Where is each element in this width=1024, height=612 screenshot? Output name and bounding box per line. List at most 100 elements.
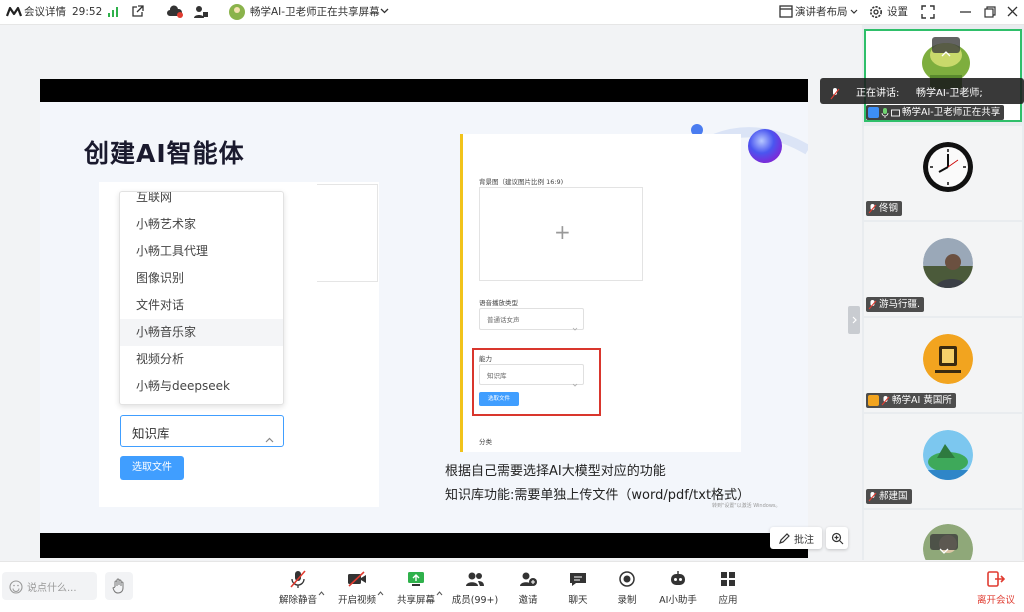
mic-muted-icon [868, 491, 877, 502]
apps-button[interactable]: 应用 [698, 570, 758, 606]
zoom-in-icon [831, 532, 844, 545]
user-lock-icon[interactable] [193, 5, 209, 19]
layout-icon[interactable] [779, 5, 793, 18]
cloud-record-icon[interactable] [166, 5, 184, 19]
menu-item-image-recognition[interactable]: 图像识别 [136, 269, 184, 286]
annotate-label: 批注 [794, 534, 814, 546]
knowledge-select[interactable]: 知识库 [120, 415, 284, 447]
menu-item-video-analysis[interactable]: 视频分析 [136, 350, 184, 367]
members-icon [465, 571, 485, 590]
category-label: 分类 [479, 438, 492, 446]
apps-icon [720, 571, 736, 590]
landscape-avatar [923, 238, 973, 288]
cohost-badge-icon [868, 395, 879, 406]
leave-meeting-label: 离开会议 [976, 595, 1015, 606]
bg-image-label: 背景图（建议图片比例 16:9) [479, 178, 564, 186]
right-form-card: 背景图（建议图片比例 16:9) + 语音播放类型 普通话女声 能力 知识库 选… [460, 134, 741, 452]
members-button[interactable]: 成员(99+) [445, 570, 505, 606]
restore-window-icon[interactable] [984, 6, 996, 18]
participant-nametag: 佟钢 [866, 201, 903, 216]
zoom-in-button[interactable] [826, 527, 848, 549]
top-bar: 会议详情 29:52 畅学AI-卫老师正在共享屏幕 演讲者布局 设置 [0, 0, 1024, 25]
annotate-button[interactable]: 批注 [770, 527, 822, 549]
participant-nametag: 郝建国 [866, 489, 912, 504]
menu-item-file-dialog[interactable]: 文件对话 [136, 296, 184, 313]
bottom-toolbar: 说点什么... 解除静音 开启视频 共享屏幕 成员(99+) 邀请 聊天 录制 … [0, 561, 1024, 612]
voice-type-select[interactable]: 普通话女声 [479, 308, 584, 331]
sharing-status-text: 畅学AI-卫老师正在共享屏幕 [250, 6, 380, 18]
close-icon[interactable] [1007, 6, 1018, 17]
island-avatar [923, 430, 973, 480]
menu-item-artist[interactable]: 小畅艺术家 [136, 215, 196, 232]
hand-icon [112, 578, 126, 594]
chevron-down-icon[interactable] [380, 8, 389, 14]
chevron-up-icon [265, 428, 274, 447]
menu-item-deepseek[interactable]: 小畅与deepseek [136, 377, 230, 394]
windows-activation-watermark: 转到"设置"以激活 Windows。 [712, 503, 781, 509]
left-form-card: 互联网 小畅艺术家 小畅工具代理 图像识别 文件对话 小畅音乐家 视频分析 小畅… [99, 182, 379, 507]
scroll-down-button[interactable] [930, 534, 958, 554]
audio-options-chevron-icon[interactable] [318, 581, 325, 600]
layout-chevron-icon[interactable] [850, 9, 858, 14]
video-options-chevron-icon[interactable] [377, 581, 384, 600]
speaking-name: 畅学AI-卫老师; [916, 88, 983, 99]
upload-box [317, 184, 378, 282]
caption-line-2: 知识库功能:需要单独上传文件（word/pdf/txt格式） [445, 488, 751, 503]
sidebar-collapse-handle[interactable] [848, 306, 860, 334]
pop-out-icon[interactable] [131, 5, 144, 18]
bg-image-upload[interactable]: + [479, 187, 643, 281]
settings-button[interactable]: 设置 [887, 0, 908, 24]
chat-input[interactable]: 说点什么... [2, 572, 97, 600]
chevron-right-icon [852, 316, 857, 324]
menu-item-tool-agent[interactable]: 小畅工具代理 [136, 242, 208, 259]
mic-muted-icon [868, 203, 877, 214]
gear-icon[interactable] [869, 5, 883, 19]
chat-icon [569, 571, 587, 590]
host-badge-icon [868, 107, 879, 118]
caption-line-1: 根据自己需要选择AI大模型对应的功能 [445, 464, 666, 479]
mic-muted-icon [868, 299, 877, 310]
ability-chevron-icon [572, 372, 578, 391]
members-label: 成员(99+) [451, 595, 499, 606]
voice-chevron-icon [572, 316, 578, 335]
university-logo-avatar [923, 334, 973, 384]
signal-strength-icon[interactable] [107, 6, 119, 18]
participant-nametag: 游马行疆. [866, 297, 925, 312]
participant-tile[interactable]: 畅学AI 黄国所 [864, 318, 1022, 412]
meeting-details-link[interactable]: 会议详情 [24, 0, 66, 24]
knowledge-select-value: 知识库 [132, 426, 170, 441]
participant-tile-sharer[interactable]: 畅学AI-卫老师正在共享 [864, 29, 1022, 122]
ability-select[interactable]: 知识库 [479, 364, 584, 387]
leave-meeting-button[interactable]: 离开会议 [966, 570, 1024, 606]
sharer-avatar [229, 4, 245, 20]
clock-avatar [923, 142, 973, 192]
participant-tile[interactable]: 游马行疆. [864, 222, 1022, 316]
participant-name: 畅学AI 黄国所 [892, 395, 952, 406]
fullscreen-icon[interactable] [921, 5, 935, 19]
small-select-file-button[interactable]: 选取文件 [479, 392, 519, 406]
speaking-indicator: 正在讲话: 畅学AI-卫老师; [820, 78, 1024, 104]
participant-name: 佟钢 [879, 203, 899, 214]
participant-name: 畅学AI-卫老师正在共享 [902, 107, 1001, 118]
share-options-chevron-icon[interactable] [436, 581, 443, 600]
raise-hand-button[interactable] [105, 572, 133, 600]
mic-muted-icon [289, 569, 307, 591]
tencent-meeting-logo-icon [6, 6, 22, 18]
participant-name: 郝建国 [879, 491, 908, 502]
menu-item-internet[interactable]: 互联网 [136, 192, 172, 205]
menu-item-musician[interactable]: 小畅音乐家 [136, 323, 196, 340]
minimize-icon[interactable] [960, 11, 971, 13]
participant-tile[interactable]: 郝建国 [864, 414, 1022, 508]
invite-icon [519, 571, 537, 590]
scroll-up-button[interactable] [932, 37, 960, 57]
participant-nametag: 畅学AI-卫老师正在共享 [866, 105, 1005, 120]
ability-label: 能力 [479, 355, 492, 363]
layout-button[interactable]: 演讲者布局 [795, 0, 848, 24]
chevron-up-icon [941, 42, 951, 61]
participant-tile[interactable] [864, 510, 1022, 560]
select-file-button[interactable]: 选取文件 [120, 456, 184, 480]
speaking-label: 正在讲话: [856, 88, 900, 99]
participant-tile[interactable]: 佟钢 [864, 126, 1022, 220]
emoji-icon[interactable] [9, 579, 23, 598]
screen-share-icon [891, 108, 900, 117]
